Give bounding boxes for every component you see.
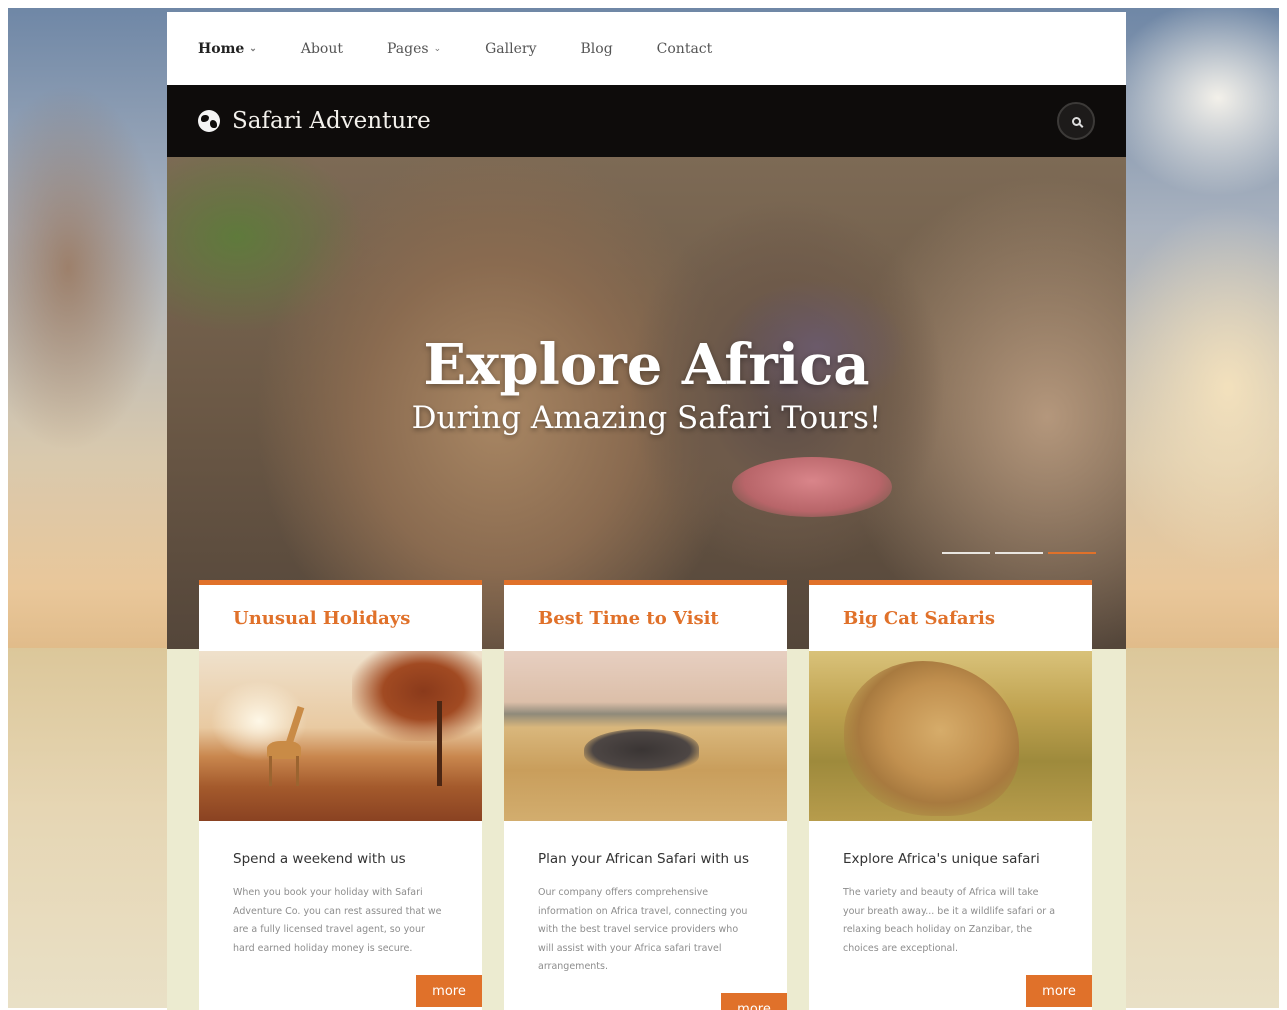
more-button[interactable]: more — [721, 993, 787, 1010]
nav-contact-label: Contact — [656, 40, 713, 57]
card-text: Our company offers comprehensive informa… — [538, 887, 748, 972]
nav-pages-label: Pages — [387, 40, 429, 57]
hero-slider: Explore Africa During Amazing Safari Tou… — [167, 157, 1126, 649]
nav-home[interactable]: Home ⌄ — [198, 41, 257, 57]
chevron-down-icon: ⌄ — [249, 43, 257, 54]
nav-gallery-label: Gallery — [485, 40, 537, 57]
card-image-giraffe[interactable] — [199, 651, 482, 821]
main-nav: Home ⌄ About Pages ⌄ Gallery Blog Contac… — [167, 12, 1126, 85]
nav-pages[interactable]: Pages ⌄ — [387, 41, 441, 57]
chevron-down-icon: ⌄ — [433, 43, 442, 54]
nav-about-label: About — [300, 40, 343, 57]
site-name: Safari Adventure — [232, 108, 431, 134]
search-icon — [1071, 116, 1081, 126]
hero-subtitle: During Amazing Safari Tours! — [411, 400, 882, 436]
card-title[interactable]: Best Time to Visit — [504, 585, 787, 651]
card-image-lioness[interactable] — [809, 651, 1092, 821]
search-button[interactable] — [1057, 102, 1095, 140]
nav-blog-label: Blog — [580, 40, 613, 57]
brand-bar: Safari Adventure — [167, 85, 1126, 157]
globe-icon — [198, 110, 220, 132]
card-big-cat-safaris: Big Cat Safaris Explore Africa's unique … — [809, 580, 1092, 1010]
nav-contact[interactable]: Contact — [657, 41, 713, 57]
more-button[interactable]: more — [416, 975, 482, 1007]
slider-dot-3[interactable] — [1048, 552, 1096, 554]
card-image-rhino[interactable] — [504, 651, 787, 821]
slider-dot-1[interactable] — [942, 552, 990, 554]
card-heading: Plan your African Safari with us — [538, 851, 749, 867]
card-unusual-holidays: Unusual Holidays Spend a weekend with us… — [199, 580, 482, 1010]
slider-pagination — [942, 552, 1096, 554]
feature-cards: Unusual Holidays Spend a weekend with us… — [199, 580, 1094, 1010]
hero-title: Explore Africa — [423, 332, 870, 398]
nav-gallery[interactable]: Gallery — [485, 41, 536, 57]
site-logo[interactable]: Safari Adventure — [198, 108, 431, 134]
slider-dot-2[interactable] — [995, 552, 1043, 554]
card-heading: Explore Africa's unique safari — [843, 851, 1040, 867]
hero-image-detail — [732, 457, 892, 517]
card-text: When you book your holiday with Safari A… — [233, 887, 442, 954]
nav-blog[interactable]: Blog — [581, 41, 613, 57]
card-heading: Spend a weekend with us — [233, 851, 406, 867]
nav-home-label: Home — [198, 40, 245, 57]
card-best-time-to-visit: Best Time to Visit Plan your African Saf… — [504, 580, 787, 1010]
page-container: Home ⌄ About Pages ⌄ Gallery Blog Contac… — [167, 12, 1126, 1010]
more-button[interactable]: more — [1026, 975, 1092, 1007]
card-text: The variety and beauty of Africa will ta… — [843, 887, 1056, 954]
card-title[interactable]: Big Cat Safaris — [809, 585, 1092, 651]
card-title[interactable]: Unusual Holidays — [199, 585, 482, 651]
nav-about[interactable]: About — [301, 41, 343, 57]
